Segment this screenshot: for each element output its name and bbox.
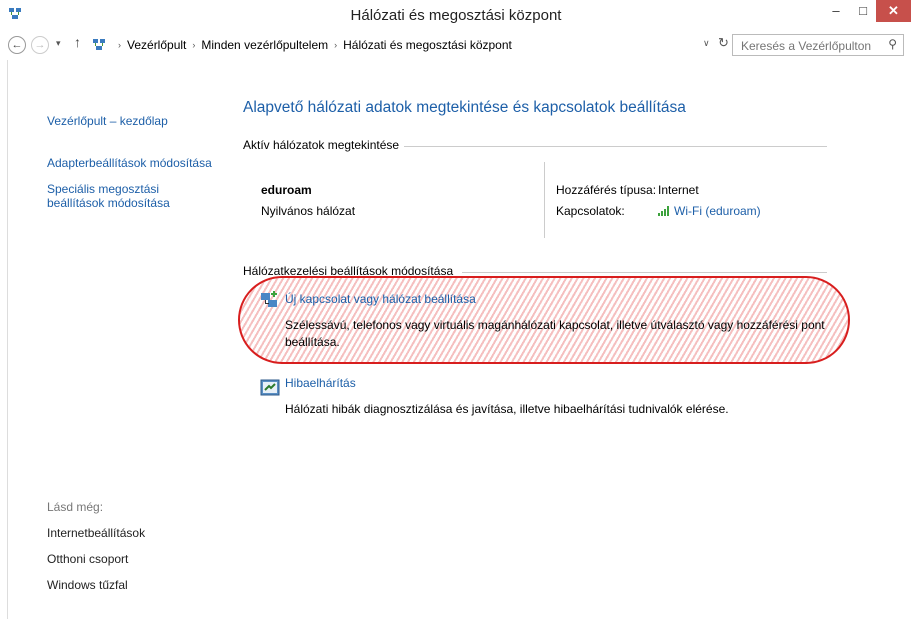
vertical-divider xyxy=(544,162,545,238)
sidebar-link-advanced-sharing[interactable]: Speciális megosztási beállítások módosít… xyxy=(47,182,170,210)
address-bar-row: ← → ▾ ↑ › Vezérlőpult › Minden vezérlőpu… xyxy=(0,30,912,60)
breadcrumb[interactable]: › Vezérlőpult › Minden vezérlőpultelem ›… xyxy=(92,35,696,55)
breadcrumb-separator[interactable]: › xyxy=(192,40,195,50)
back-button[interactable]: ← xyxy=(8,36,26,54)
troubleshoot-icon xyxy=(260,379,280,396)
address-dropdown-button[interactable]: ∨ xyxy=(703,38,710,49)
wifi-signal-icon xyxy=(658,206,669,216)
forward-button[interactable]: → xyxy=(31,36,49,54)
search-icon[interactable]: ⚲ xyxy=(888,37,897,51)
sidebar-link-advanced-sharing-line1[interactable]: Speciális megosztási xyxy=(47,182,159,196)
search-input[interactable] xyxy=(739,36,883,56)
connections-label: Kapcsolatok: xyxy=(556,204,625,218)
maximize-button[interactable]: □ xyxy=(850,0,876,22)
sidebar-link-internet-options[interactable]: Internetbeállítások xyxy=(47,526,145,540)
new-connection-icon xyxy=(261,291,277,307)
access-type-label: Hozzáférés típusa: xyxy=(556,183,657,197)
section-divider xyxy=(404,146,827,147)
minimize-button[interactable]: – xyxy=(823,0,849,22)
breadcrumb-separator[interactable]: › xyxy=(118,40,121,50)
section-divider xyxy=(462,272,827,273)
recent-locations-dropdown[interactable]: ▾ xyxy=(56,38,61,49)
page-title: Alapvető hálózati adatok megtekintése és… xyxy=(243,99,686,116)
troubleshoot-link[interactable]: Hibaelhárítás xyxy=(285,376,356,390)
title-bar: Hálózati és megosztási központ – □ ✕ xyxy=(0,0,912,30)
active-networks-heading: Aktív hálózatok megtekintése xyxy=(243,138,400,152)
window-title: Hálózati és megosztási központ xyxy=(350,7,562,24)
troubleshoot-description: Hálózati hibák diagnosztizálása és javít… xyxy=(285,402,729,416)
access-type-value: Internet xyxy=(658,183,699,197)
connection-wifi-link[interactable]: Wi-Fi (eduroam) xyxy=(674,204,761,218)
sidebar-link-home[interactable]: Vezérlőpult – kezdőlap xyxy=(47,114,168,128)
network-type-link[interactable]: Nyilvános hálózat xyxy=(261,204,355,218)
connection-link[interactable]: Wi-Fi (eduroam) xyxy=(658,204,761,218)
breadcrumb-network-center[interactable]: Hálózati és megosztási központ xyxy=(343,38,512,52)
new-connection-link[interactable]: Új kapcsolat vagy hálózat beállítása xyxy=(285,292,476,306)
breadcrumb-all-items[interactable]: Minden vezérlőpultelem xyxy=(201,38,328,52)
breadcrumb-separator[interactable]: › xyxy=(334,40,337,50)
sidebar-link-firewall[interactable]: Windows tűzfal xyxy=(47,578,128,592)
network-name: eduroam xyxy=(261,183,312,197)
see-also-heading: Lásd még: xyxy=(47,500,104,514)
sidebar-link-advanced-sharing-line2[interactable]: beállítások módosítása xyxy=(47,196,170,210)
sidebar-link-adapter-settings[interactable]: Adapterbeállítások módosítása xyxy=(47,156,212,170)
control-panel-icon xyxy=(93,39,105,50)
close-button[interactable]: ✕ xyxy=(876,0,911,22)
breadcrumb-control-panel[interactable]: Vezérlőpult xyxy=(127,38,186,52)
refresh-icon[interactable]: ↻ xyxy=(718,35,729,51)
sidebar-link-homegroup[interactable]: Otthoni csoport xyxy=(47,552,128,566)
search-box[interactable]: ⚲ xyxy=(732,34,904,56)
up-button[interactable]: ↑ xyxy=(74,34,81,50)
new-connection-description: Szélessávú, telefonos vagy virtuális mag… xyxy=(285,318,825,349)
window-border xyxy=(7,60,8,619)
